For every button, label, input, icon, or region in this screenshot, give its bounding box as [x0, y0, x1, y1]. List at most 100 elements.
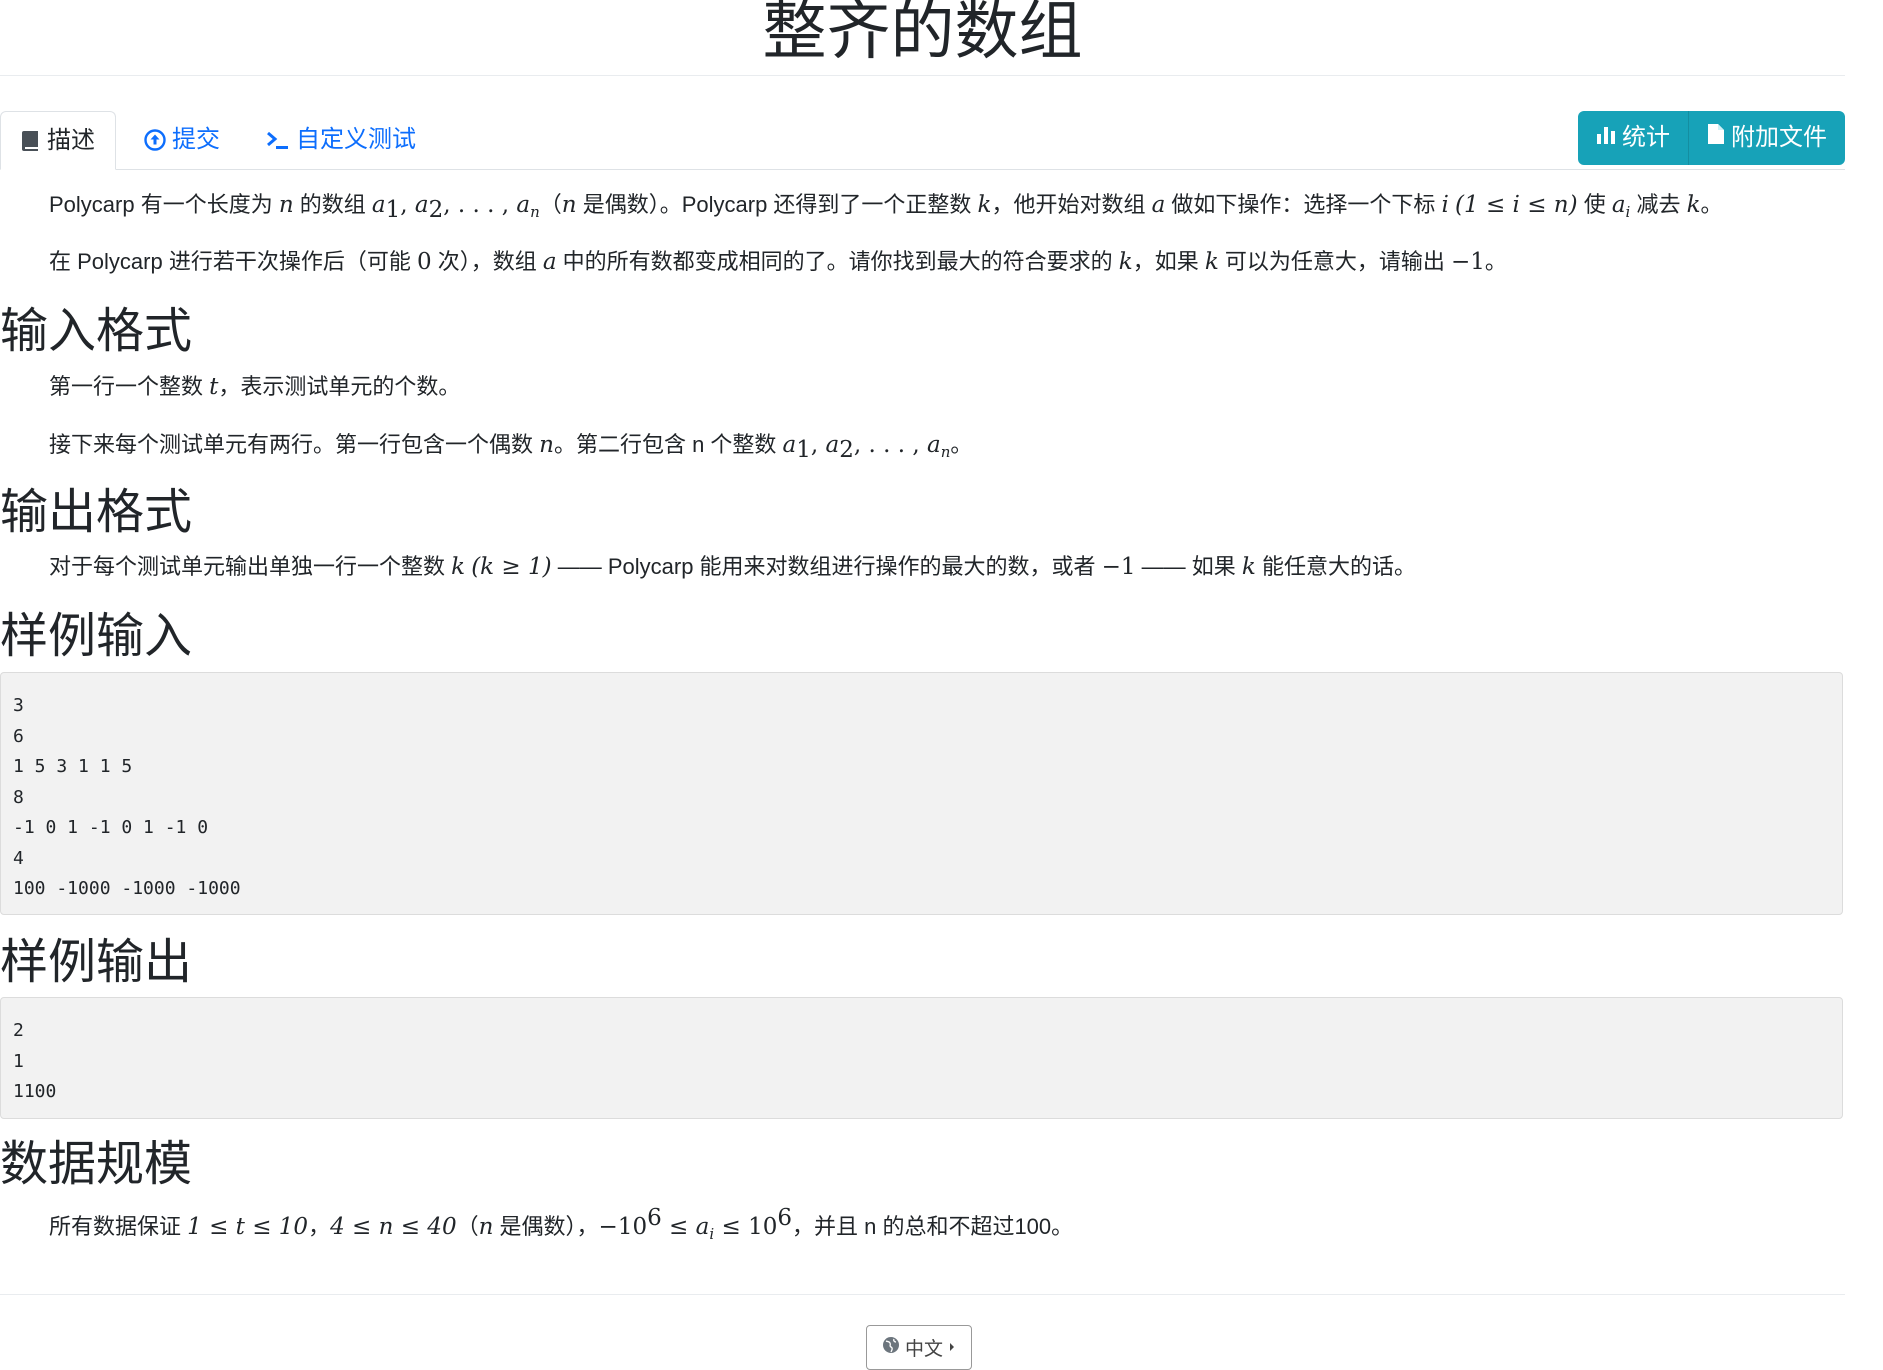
math-k: k	[977, 192, 992, 218]
code-line: -1 0 1 -1 0 1 -1 0	[13, 817, 209, 838]
text: 中的所有数都变成相同的了。请你找到最大的符合要求的	[556, 249, 1119, 274]
statement-paragraph-2: 在 Polycarp 进行若干次操作后（可能 0 次），数组 a 中的所有数都变…	[49, 245, 1507, 279]
problem-page: 整齐的数组 描述 提交 自定义测试 统计 附加文件 Polycarp 有一个长度…	[0, 0, 1883, 1370]
tab-description[interactable]: 描述	[0, 111, 116, 170]
page-title: 整齐的数组	[762, 0, 1083, 67]
text: 次），数组	[431, 249, 543, 274]
language-selector[interactable]: 中文	[866, 1325, 972, 1370]
math-k: k	[1241, 554, 1256, 580]
text: 。	[950, 432, 973, 457]
code-line: 2	[13, 1020, 24, 1041]
sample-output-heading: 样例输出	[0, 936, 193, 989]
code-line: 1100	[13, 1081, 57, 1102]
text: （	[456, 1214, 479, 1239]
math-sequence: a1, a2, . . . , an	[371, 192, 540, 223]
text: —— 如果	[1135, 554, 1242, 579]
footer-divider	[0, 1294, 1845, 1295]
stats-button[interactable]: 统计	[1578, 111, 1689, 165]
text: 在 Polycarp 进行若干次操作后（可能	[49, 249, 417, 274]
text: 。	[1700, 192, 1723, 217]
sample-output-block[interactable]: 2 1 1100	[0, 997, 1843, 1119]
attachments-button[interactable]: 附加文件	[1689, 111, 1845, 165]
math-a: a	[1151, 192, 1166, 218]
math-ai: ai	[1611, 192, 1631, 221]
text: 是偶数），	[493, 1214, 599, 1239]
text: ，表示测试单元的个数。	[218, 374, 461, 399]
math-n: n	[278, 192, 294, 218]
code-line: 3	[13, 695, 24, 716]
tab-description-label: 描述	[47, 126, 95, 154]
statement-paragraph-1: Polycarp 有一个长度为 n 的数组 a1, a2, . . . , an…	[49, 188, 1723, 229]
code-line: 1 5 3 1 1 5	[13, 756, 133, 777]
math-n: n	[561, 192, 577, 218]
text: ，他开始对数组	[991, 192, 1152, 217]
terminal-icon	[266, 129, 290, 151]
math-i: i	[1441, 192, 1449, 218]
math-k: k	[451, 554, 466, 580]
math-n: n	[478, 1214, 494, 1240]
tab-custom-test[interactable]: 自定义测试	[266, 111, 416, 169]
input-format-heading: 输入格式	[0, 305, 193, 358]
text: ，	[308, 1214, 331, 1239]
math-k: k	[1118, 249, 1133, 275]
attachments-button-label: 附加文件	[1731, 124, 1827, 151]
code-line: 1	[13, 1050, 24, 1072]
tab-custom-test-label: 自定义测试	[296, 126, 416, 153]
code-line: 100 -1000 -1000 -1000	[13, 878, 241, 899]
math-n-range: 4 ≤ n ≤ 40	[330, 1214, 457, 1240]
math-range-i: (1 ≤ i ≤ n)	[1455, 192, 1578, 218]
code-line: 4	[13, 847, 24, 869]
file-icon	[1707, 111, 1725, 165]
sample-input-heading: 样例输入	[0, 610, 193, 663]
math-k: k	[1686, 192, 1701, 218]
input-format-paragraph-2: 接下来每个测试单元有两行。第一行包含一个偶数 n。第二行包含 n 个整数 a1,…	[49, 428, 972, 469]
math-a: a	[542, 249, 557, 275]
tab-submit-label: 提交	[172, 126, 220, 153]
text: ，如果	[1132, 249, 1205, 274]
text: 第一行一个整数	[49, 374, 210, 399]
text: 减去	[1630, 192, 1687, 217]
text: 对于每个测试单元输出单独一行一个整数	[49, 554, 452, 579]
text: 使	[1577, 192, 1612, 217]
constraints-paragraph: 所有数据保证 1 ≤ t ≤ 10，4 ≤ n ≤ 40（n 是偶数），−106…	[49, 1201, 1073, 1251]
text: 所有数据保证	[49, 1214, 188, 1239]
math-zero: 0	[416, 249, 432, 275]
action-button-group: 统计 附加文件	[1578, 111, 1845, 165]
math-t: t	[209, 374, 219, 400]
tab-bar: 描述 提交 自定义测试	[0, 111, 1845, 170]
output-format-heading: 输出格式	[0, 486, 193, 539]
math-sequence: a1, a2, . . . , an	[782, 432, 951, 463]
text: Polycarp 有一个长度为	[49, 192, 279, 217]
code-line: 6	[13, 725, 24, 747]
title-divider	[0, 75, 1845, 76]
math-k-ge-1: (k ≥ 1)	[471, 554, 552, 580]
text: ，并且 n 的总和不超过100。	[791, 1214, 1074, 1239]
caret-right-icon	[948, 1337, 956, 1359]
math-neg1: −1	[1451, 249, 1485, 275]
text: （	[539, 192, 562, 217]
math-n: n	[539, 432, 554, 458]
text: 。	[1484, 249, 1507, 274]
text: 是偶数）。Polycarp 还得到了一个正整数	[576, 192, 978, 217]
constraints-heading: 数据规模	[0, 1138, 193, 1191]
text: 接下来每个测试单元有两行。第一行包含一个偶数	[49, 432, 540, 457]
text: 。第二行包含 n 个整数	[553, 432, 783, 457]
code-line: 8	[13, 786, 24, 808]
text: 的数组	[293, 192, 372, 217]
globe-icon	[882, 1336, 900, 1360]
math-neg1: −1	[1101, 554, 1136, 580]
tab-submit[interactable]: 提交	[144, 111, 220, 169]
stats-button-label: 统计	[1622, 124, 1670, 151]
bar-chart-icon	[1596, 111, 1616, 165]
text: 做如下操作：选择一个下标	[1165, 192, 1442, 217]
sample-input-block[interactable]: 3 6 1 5 3 1 1 5 8 -1 0 1 -1 0 1 -1 0 4 1…	[0, 672, 1843, 915]
book-icon	[21, 130, 41, 152]
output-format-paragraph: 对于每个测试单元输出单独一行一个整数 k (k ≥ 1) —— Polycarp…	[49, 550, 1416, 584]
text: 可以为任意大，请输出	[1218, 249, 1451, 274]
math-t-range: 1 ≤ t ≤ 10	[187, 1214, 309, 1240]
upload-circle-icon	[144, 129, 166, 151]
input-format-paragraph-1: 第一行一个整数 t，表示测试单元的个数。	[49, 370, 460, 404]
text: —— Polycarp 能用来对数组进行操作的最大的数，或者	[551, 554, 1102, 579]
math-ai-range: −106 ≤ ai ≤ 106	[598, 1205, 792, 1243]
math-k: k	[1204, 249, 1219, 275]
